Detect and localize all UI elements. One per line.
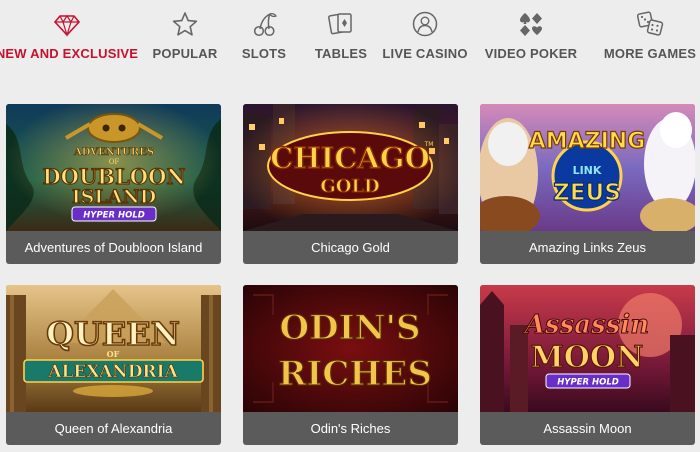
game-thumbnail: ADVENTURES OF DOUBLOON ISLAND HYPER HOLD [6,104,221,231]
art-text: HYPER HOLD [83,211,145,221]
cherries-icon [253,12,277,37]
game-thumbnail: AMAZING LINK ZEUS [480,104,695,231]
nav-item-popular[interactable]: POPULAR [152,10,218,66]
game-card-chicago-gold[interactable]: CHICAGO GOLD TM Chicago Gold [243,104,458,264]
nav-label: SLOTS [241,46,287,61]
game-card-amazing-links-zeus[interactable]: AMAZING LINK ZEUS Amazing Links Zeus [480,104,695,264]
art-text: LINK [573,164,602,177]
nav-label: TABLES [314,46,368,61]
art-text: Assassin [522,310,649,340]
playing-cards-icon [328,13,352,35]
game-card-odins-riches[interactable]: ODIN'S RICHES Odin's Riches [243,285,458,445]
game-title: Amazing Links Zeus [528,240,647,255]
nav-label: NEW AND EXCLUSIVE [0,46,139,61]
art-text: ODIN'S [279,308,420,348]
game-card-assassin-moon[interactable]: Assassin MOON HYPER HOLD Assassin Moon [480,285,695,445]
game-title: Assassin Moon [543,421,632,436]
nav-label: LIVE CASINO [382,46,468,61]
art-text: TM [424,141,434,148]
art-text: OF [107,349,120,359]
nav-item-video-poker[interactable]: VIDEO POKER [485,10,577,66]
dealer-icon [412,11,438,37]
game-thumbnail: Assassin MOON HYPER HOLD [480,285,695,412]
card-suits-icon [520,13,542,36]
game-title: Queen of Alexandria [54,421,173,436]
nav-item-live-casino[interactable]: LIVE CASINO [382,10,467,66]
dice-icon [636,11,664,36]
nav-item-new-and-exclusive[interactable]: NEW AND EXCLUSIVE [0,10,138,66]
art-text: MOON [531,340,644,375]
art-text: ALEXANDRIA [47,362,178,382]
game-title: Odin's Riches [310,421,391,436]
game-card-adventures-of-doubloon-island[interactable]: ADVENTURES OF DOUBLOON ISLAND HYPER HOLD… [6,104,221,264]
game-card-queen-of-alexandria[interactable]: QUEEN OF ALEXANDRIA Queen of Alexandria [6,285,221,445]
star-icon [172,12,198,36]
nav-label: VIDEO POKER [484,46,578,61]
nav-item-tables[interactable]: TABLES [312,10,370,66]
game-thumbnail: ODIN'S RICHES [243,285,458,412]
diamond-icon [53,14,81,38]
nav-item-slots[interactable]: SLOTS [241,10,287,66]
nav-item-more-games[interactable]: MORE GAMES [604,10,696,66]
art-text: QUEEN [46,315,180,353]
art-text: AMAZING [529,129,646,154]
game-title: Adventures of Doubloon Island [24,240,203,255]
nav-label: MORE GAMES [603,46,697,61]
art-text: ZEUS [553,180,621,206]
category-nav: NEW AND EXCLUSIVE POPULAR SLOTS TABLES L… [0,0,700,100]
art-text: ADVENTURES [73,147,154,158]
game-title: Chicago Gold [311,240,390,255]
game-thumbnail: CHICAGO GOLD TM [243,104,458,231]
art-text: HYPER HOLD [557,378,619,388]
game-thumbnail: QUEEN OF ALEXANDRIA [6,285,221,412]
art-text: RICHES [278,354,432,394]
nav-label: POPULAR [152,46,218,61]
art-text: ISLAND [72,186,157,208]
art-text: CHICAGO [270,141,430,175]
art-text: GOLD [320,176,379,197]
